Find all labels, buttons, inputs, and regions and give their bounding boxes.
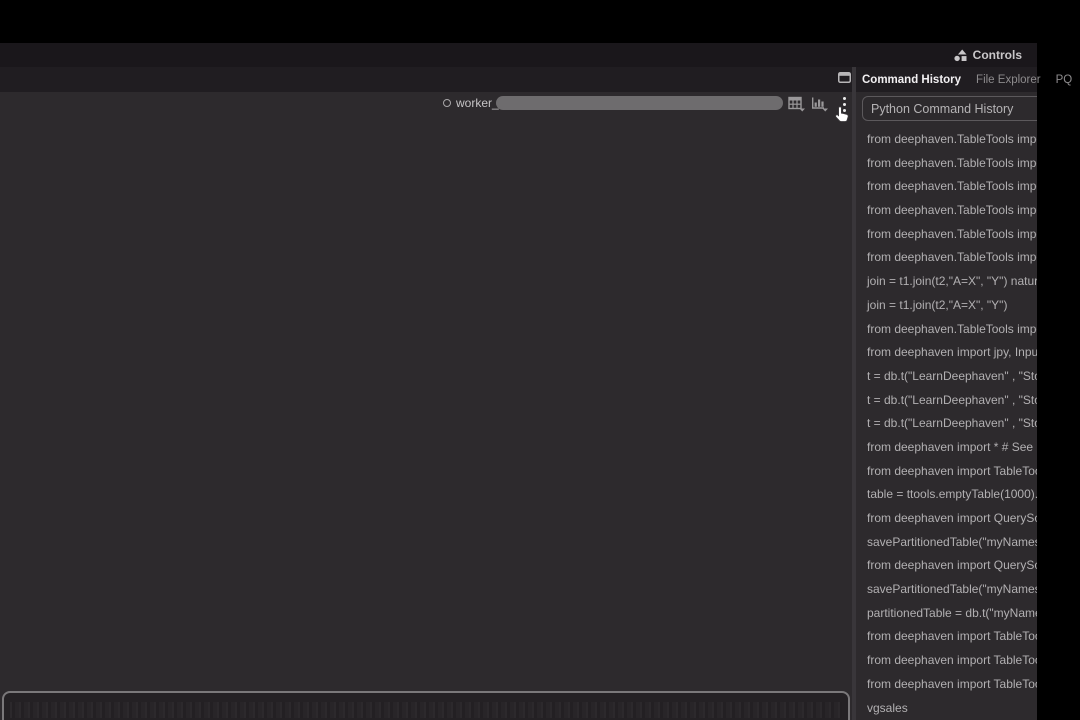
controls-button[interactable]: Controls xyxy=(954,48,1022,62)
command-history-item[interactable]: from deephaven.TableTools impo xyxy=(856,128,1037,152)
command-history-item[interactable]: from deephaven import jpy, Inpu xyxy=(856,341,1037,365)
window-restore-icon[interactable] xyxy=(838,72,851,83)
command-history-item[interactable]: from deephaven.TableTools impo xyxy=(856,318,1037,342)
overflow-menu-button[interactable] xyxy=(834,94,852,114)
bar-chart-icon xyxy=(812,97,828,112)
command-history-item[interactable]: from deephaven import TableToo xyxy=(856,460,1037,484)
command-history-item[interactable]: from deephaven import TableToo xyxy=(856,673,1037,697)
command-history-item[interactable]: t = db.t("LearnDeephaven" , "Stoc xyxy=(856,412,1037,436)
data-table-icon xyxy=(788,96,805,112)
controls-widgets-icon xyxy=(954,49,967,62)
status-circle-icon xyxy=(443,99,451,107)
command-history-item[interactable]: from deephaven import TableToo xyxy=(856,625,1037,649)
command-history-item[interactable]: from deephaven.TableTools impo xyxy=(856,175,1037,199)
command-history-item[interactable]: savePartitionedTable("myNames xyxy=(856,578,1037,602)
command-history-list: from deephaven.TableTools impo from deep… xyxy=(856,128,1037,720)
table-menu-button[interactable] xyxy=(787,94,807,114)
command-history-item[interactable]: from deephaven import QuerySc xyxy=(856,507,1037,531)
command-history-item[interactable]: from deephaven.TableTools impo xyxy=(856,223,1037,247)
console-panel: worker_3 xyxy=(0,92,852,720)
app-window: Controls Command History File Explorer P… xyxy=(0,43,1072,720)
command-history-item[interactable]: table = ttools.emptyTable(1000).u xyxy=(856,483,1037,507)
tab-command-history[interactable]: Command History xyxy=(862,74,961,86)
tab-pq[interactable]: PQ xyxy=(1056,74,1073,86)
command-history-item[interactable]: savePartitionedTable("myNames xyxy=(856,531,1037,555)
panel-tabstrip: Command History File Explorer PQ xyxy=(0,67,1072,92)
command-history-item[interactable]: partitionedTable = db.t("myName xyxy=(856,602,1037,626)
command-history-search-input[interactable] xyxy=(862,96,1037,121)
command-history-item[interactable]: t = db.t("LearnDeephaven" , "Stoc xyxy=(856,389,1037,413)
command-history-panel: from deephaven.TableTools impo from deep… xyxy=(856,92,1037,720)
right-panel-tabs: Command History File Explorer PQ xyxy=(862,67,1072,92)
command-history-item[interactable]: vgsales xyxy=(856,697,1037,720)
controls-button-label: Controls xyxy=(972,48,1022,62)
command-history-item[interactable]: t = db.t("LearnDeephaven" , "Stoc xyxy=(856,365,1037,389)
console-input[interactable] xyxy=(2,691,850,720)
command-history-item[interactable]: from deephaven.TableTools impo xyxy=(856,199,1037,223)
command-history-item[interactable]: from deephaven import QuerySc xyxy=(856,554,1037,578)
chart-menu-button[interactable] xyxy=(810,94,830,114)
top-toolbar: Controls xyxy=(0,43,1037,67)
kebab-menu-icon xyxy=(842,96,846,112)
console-tab-bar[interactable]: worker_3 xyxy=(0,92,852,123)
command-history-item[interactable]: join = t1.join(t2,"A=X", "Y") natural xyxy=(856,270,1037,294)
redacted-console-blur xyxy=(10,702,842,718)
tab-file-explorer[interactable]: File Explorer xyxy=(976,74,1041,86)
command-history-item[interactable]: join = t1.join(t2,"A=X", "Y") xyxy=(856,294,1037,318)
command-history-item[interactable]: from deephaven.TableTools impo xyxy=(856,152,1037,176)
command-history-item[interactable]: from deephaven import * # See p xyxy=(856,436,1037,460)
command-history-item[interactable]: from deephaven.TableTools impo xyxy=(856,246,1037,270)
redacted-text-blur xyxy=(496,96,783,110)
command-history-item[interactable]: from deephaven import TableToo xyxy=(856,649,1037,673)
